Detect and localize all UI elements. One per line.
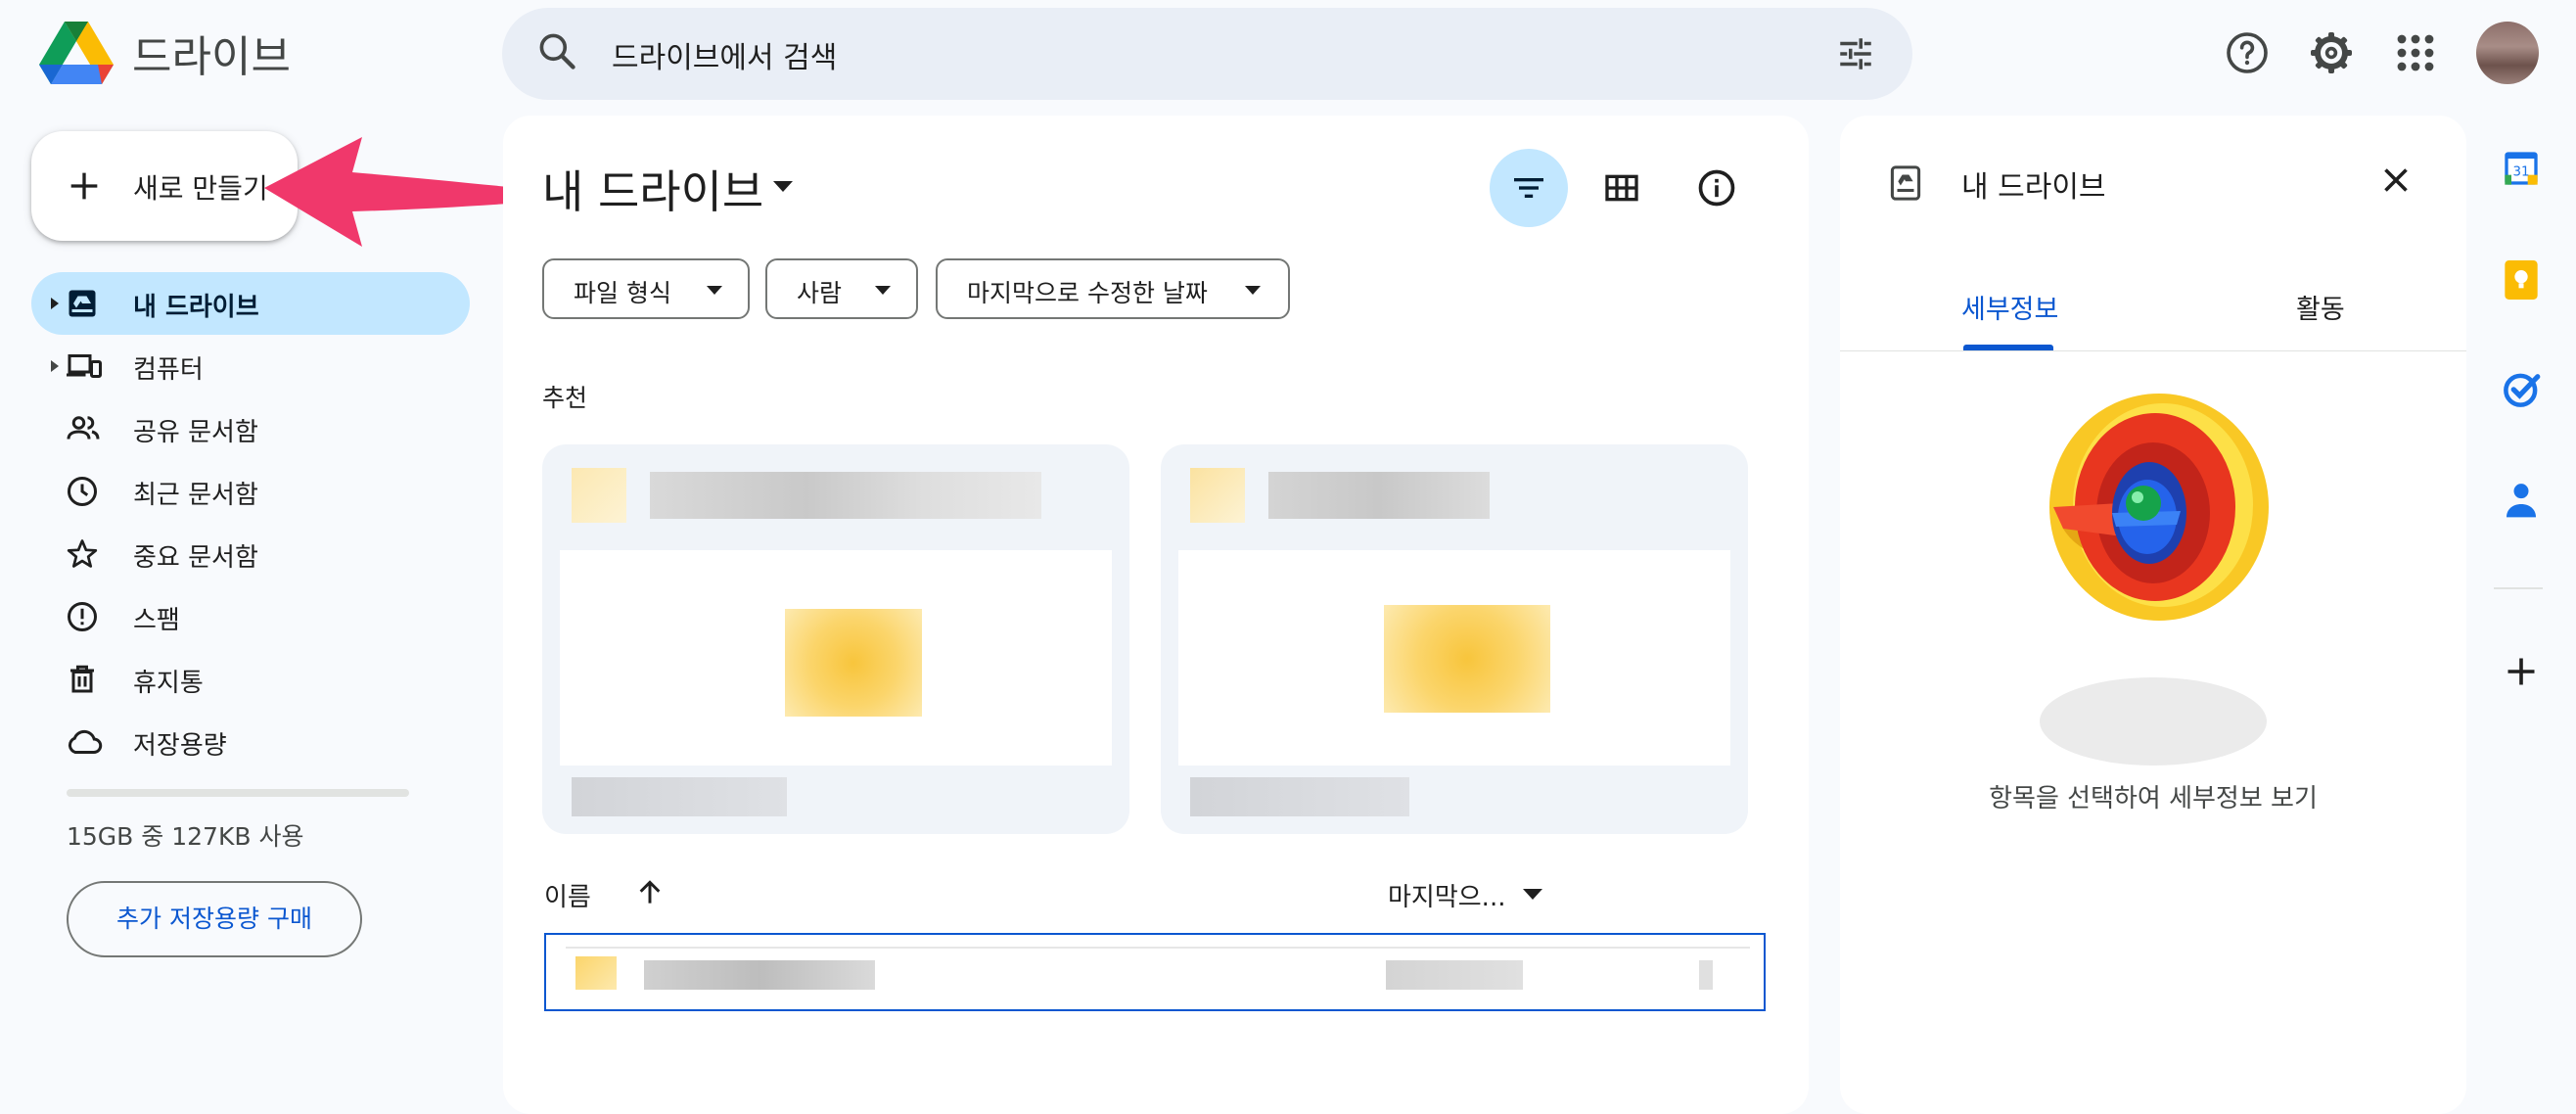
dropdown-caret-icon: [1245, 286, 1261, 295]
card-footer-blurred: [1190, 773, 1425, 818]
sidebar-item-my-drive[interactable]: 내 드라이브: [31, 272, 470, 335]
settings-icon[interactable]: [2308, 29, 2355, 76]
close-icon[interactable]: [2378, 162, 2414, 198]
filter-file-type[interactable]: 파일 형식: [542, 258, 750, 319]
trash-icon: [70, 665, 94, 693]
apps-grid-icon[interactable]: [2392, 29, 2439, 76]
sidebar-item-storage[interactable]: 저장용량: [31, 711, 470, 773]
filter-toggle-button[interactable]: [1490, 149, 1568, 227]
help-icon[interactable]: [2224, 29, 2271, 76]
tab-details[interactable]: 세부정보: [1961, 288, 2058, 326]
search-options-icon[interactable]: [1835, 33, 1876, 74]
card-header-blurred: [1190, 468, 1719, 523]
card-footer-blurred: [572, 773, 806, 818]
contacts-icon[interactable]: [2502, 478, 2541, 521]
drive-folder-icon: [1889, 164, 1922, 202]
svg-text:31: 31: [2513, 165, 2530, 180]
my-drive-icon: [69, 290, 96, 317]
card-preview: [560, 550, 1112, 766]
buy-storage-button[interactable]: 추가 저장용량 구매: [67, 881, 362, 957]
keep-icon[interactable]: [2502, 258, 2541, 302]
file-row[interactable]: [544, 933, 1766, 1011]
recent-icon: [68, 477, 97, 506]
app-name[interactable]: 드라이브: [132, 22, 291, 84]
plus-icon: [65, 166, 104, 206]
search-input[interactable]: 드라이브에서 검색: [612, 33, 837, 76]
card-header-blurred: [572, 468, 1100, 523]
sort-arrow-up-icon[interactable]: [634, 877, 666, 908]
cloud-icon: [68, 729, 103, 754]
dropdown-caret-icon: [875, 286, 891, 295]
details-title: 내 드라이브: [1961, 170, 2106, 205]
suggested-card[interactable]: [542, 444, 1129, 834]
filter-icon: [1514, 178, 1543, 198]
sidebar-item-trash[interactable]: 휴지통: [31, 648, 470, 711]
rail-divider: [2494, 587, 2543, 589]
add-icon[interactable]: [2504, 654, 2539, 689]
title-dropdown-icon[interactable]: [773, 181, 793, 193]
card-preview: [1178, 550, 1730, 766]
suggested-label: 추천: [542, 384, 588, 412]
filter-modified[interactable]: 마지막으로 수정한 날짜: [936, 258, 1290, 319]
search-icon[interactable]: [535, 29, 578, 72]
tab-activity[interactable]: 활동: [2296, 288, 2345, 326]
storage-bar: [67, 789, 409, 797]
column-header-name[interactable]: 이름: [544, 877, 591, 913]
sidebar-item-spam[interactable]: 스팸: [31, 585, 470, 648]
details-empty-text: 항목을 선택하여 세부정보 보기: [1989, 784, 2318, 813]
new-button-label: 새로 만들기: [133, 172, 268, 205]
avatar[interactable]: [2476, 22, 2539, 84]
caret-right-icon[interactable]: [49, 359, 61, 373]
sidebar-item-label: 중요 문서함: [133, 543, 258, 573]
page-title[interactable]: 내 드라이브: [542, 157, 763, 221]
sidebar-item-label: 저장용량: [133, 731, 227, 761]
sidebar-item-computers[interactable]: 컴퓨터: [31, 335, 470, 397]
filter-people[interactable]: 사람: [765, 258, 918, 319]
grid-view-icon[interactable]: [1601, 168, 1642, 208]
dropdown-caret-icon: [707, 286, 722, 295]
sidebar-item-recent[interactable]: 최근 문서함: [31, 460, 470, 523]
column-header-modified[interactable]: 마지막으...: [1388, 877, 1505, 913]
sidebar-item-shared[interactable]: 공유 문서함: [31, 397, 470, 460]
caret-right-icon[interactable]: [49, 297, 61, 310]
suggested-card[interactable]: [1161, 444, 1748, 834]
sidebar-item-label: 스팸: [133, 606, 180, 635]
illustration-shadow: [2040, 677, 2267, 766]
spam-icon: [68, 602, 97, 631]
drive-logo[interactable]: [39, 20, 114, 86]
sidebar-item-label: 최근 문서함: [133, 481, 258, 510]
storage-usage-text: 15GB 중 127KB 사용: [67, 822, 304, 851]
tasks-icon[interactable]: [2502, 368, 2543, 409]
sidebar-item-label: 휴지통: [133, 669, 204, 698]
column-dropdown-icon[interactable]: [1523, 889, 1542, 901]
star-icon: [67, 539, 98, 568]
sidebar-item-label: 내 드라이브: [133, 293, 259, 322]
calendar-icon[interactable]: 31: [2502, 149, 2541, 188]
shared-icon: [67, 416, 100, 440]
empty-state-illustration: [2034, 392, 2273, 627]
computers-icon: [67, 354, 102, 378]
sidebar-item-label: 컴퓨터: [133, 355, 204, 385]
sidebar-item-starred[interactable]: 중요 문서함: [31, 523, 470, 585]
tab-divider: [1840, 350, 2466, 351]
sidebar-item-label: 공유 문서함: [133, 418, 258, 447]
info-icon[interactable]: [1695, 166, 1738, 209]
